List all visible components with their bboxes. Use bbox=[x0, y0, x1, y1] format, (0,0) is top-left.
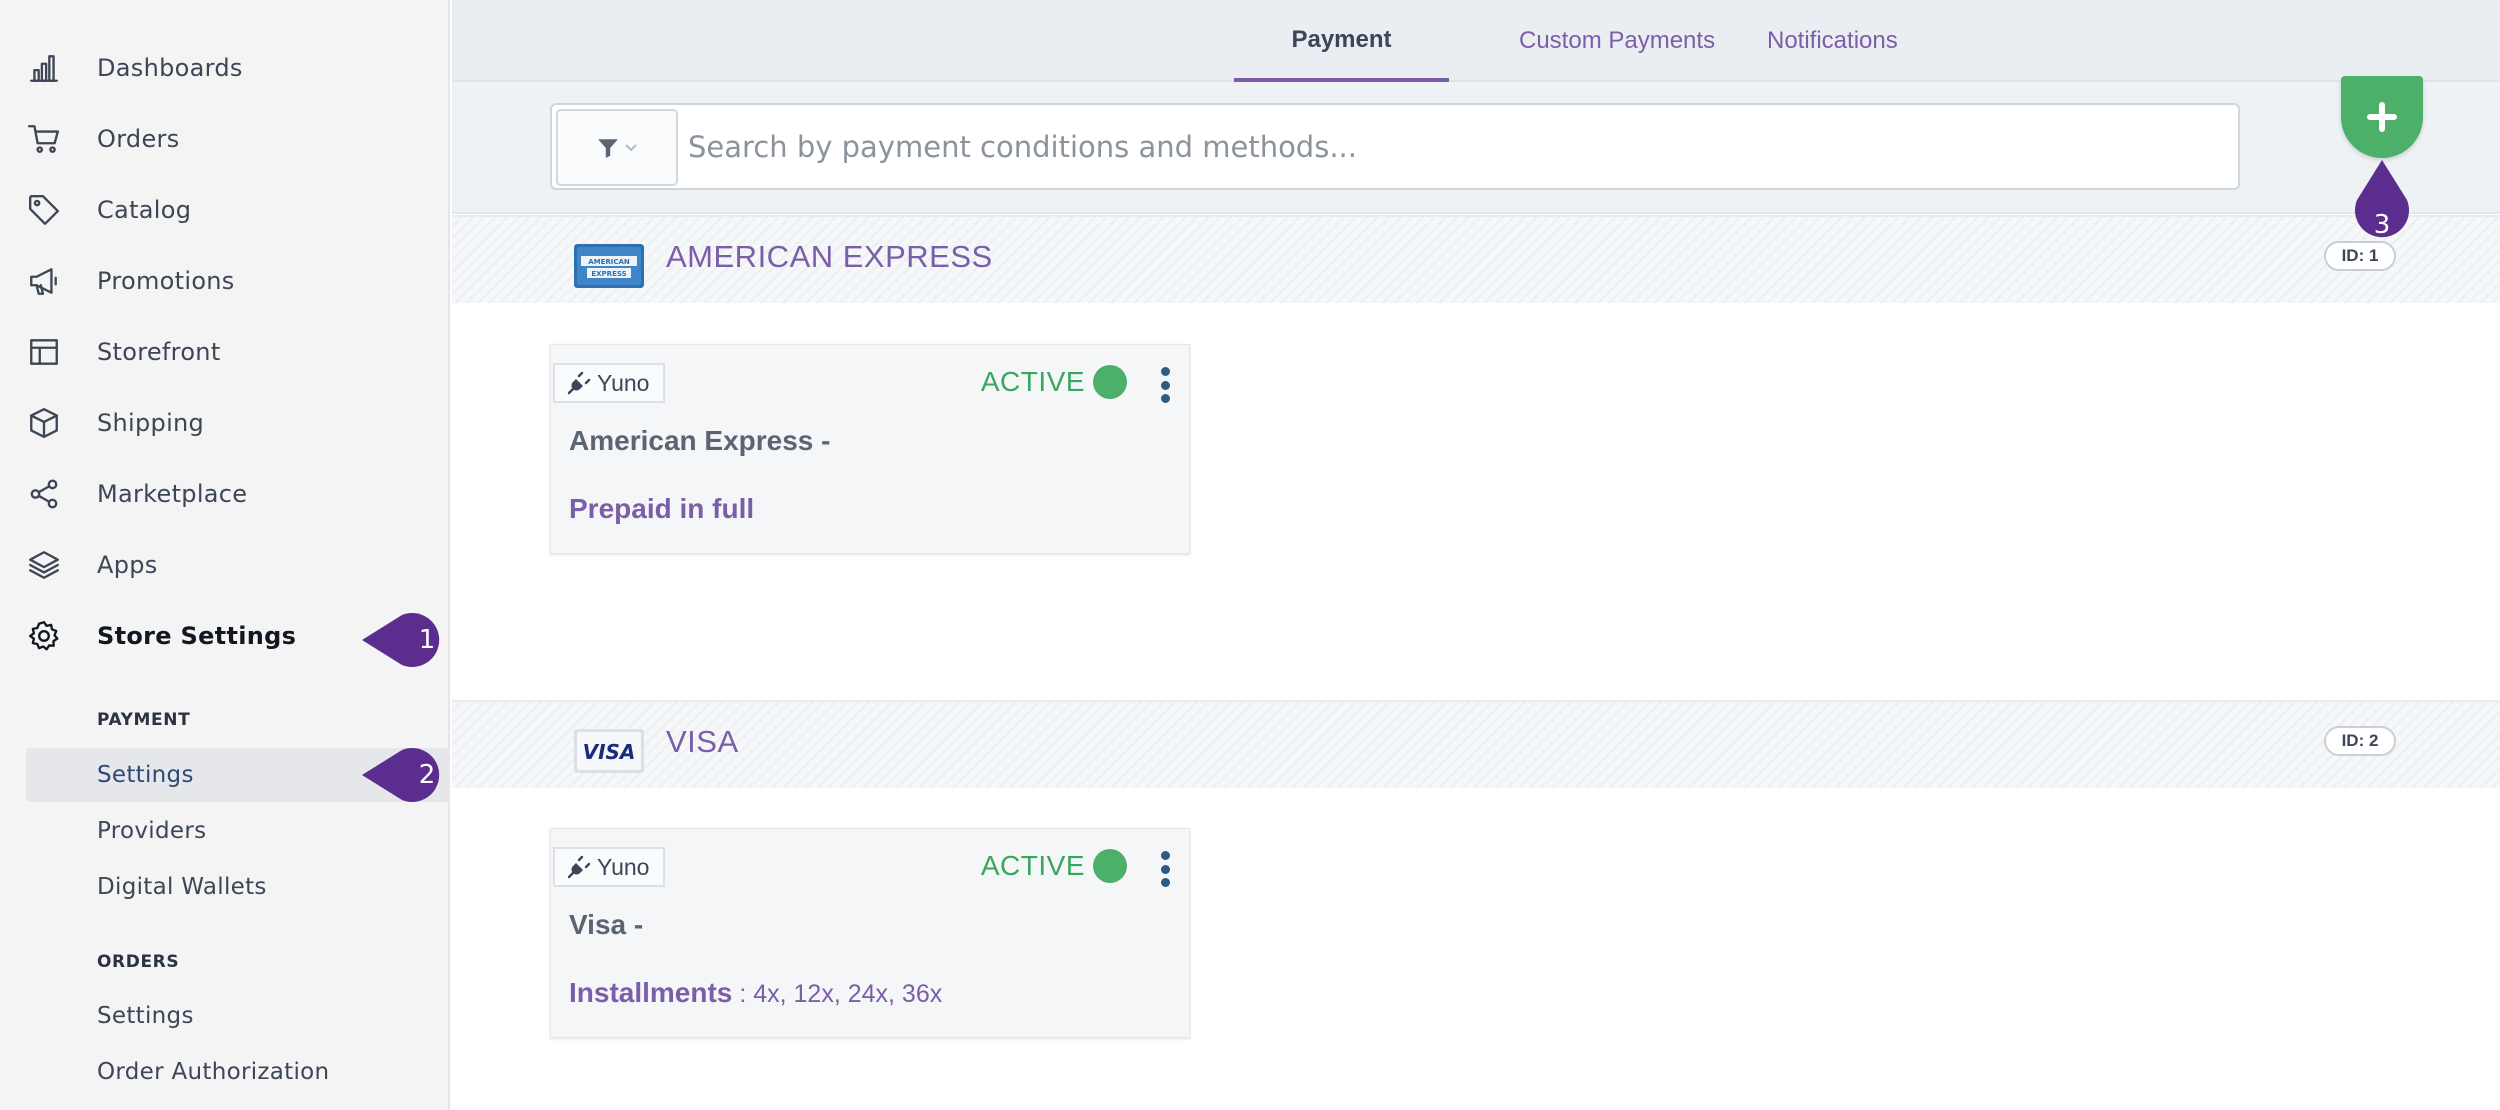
sidebar-subitem-order-authorization[interactable]: Order Authorization bbox=[26, 1045, 450, 1099]
tag-icon bbox=[25, 191, 63, 229]
sidebar-subitem-providers[interactable]: Providers bbox=[26, 804, 450, 858]
sidebar-subitem-orders-settings[interactable]: Settings bbox=[26, 989, 450, 1043]
tour-step-number: 3 bbox=[2373, 210, 2391, 240]
section-title-orders: ORDERS bbox=[97, 952, 180, 972]
tour-step-marker-2[interactable]: 2 bbox=[362, 748, 454, 802]
card-detail-extra: : 4x, 12x, 24x, 36x bbox=[732, 980, 943, 1008]
search-input[interactable] bbox=[688, 113, 2228, 181]
status-dot bbox=[1093, 849, 1127, 883]
box-icon bbox=[25, 404, 63, 442]
tab-payment-conditions[interactable]: Payment Conditions bbox=[1234, 0, 1449, 133]
sidebar-item-promotions[interactable]: Promotions bbox=[0, 251, 450, 311]
sidebar-item-catalog[interactable]: Catalog bbox=[0, 180, 450, 240]
filter-dropdown-button[interactable] bbox=[556, 109, 678, 186]
card-detail-main: Prepaid in full bbox=[569, 493, 755, 524]
sidebar-item-label: Orders bbox=[97, 125, 180, 153]
sidebar-item-label: Store Settings bbox=[97, 622, 297, 650]
sidebar-subitem-digital-wallets[interactable]: Digital Wallets bbox=[26, 860, 450, 914]
payment-method-name: AMERICAN EXPRESS bbox=[666, 239, 993, 274]
sidebar: Dashboards Orders Catalog Promotions Sto… bbox=[0, 0, 450, 1110]
payment-condition-card[interactable]: Yuno ACTIVE American Express - Prepaid i… bbox=[550, 344, 1190, 554]
tour-step-number: 1 bbox=[418, 625, 436, 655]
bar-chart-icon bbox=[25, 49, 63, 87]
layout-icon bbox=[25, 333, 63, 371]
amex-logo-text-bottom: EXPRESS bbox=[591, 270, 626, 278]
card-title: Visa - bbox=[569, 909, 644, 940]
cart-icon bbox=[25, 120, 63, 158]
sidebar-item-label: Storefront bbox=[97, 338, 221, 366]
more-options-icon[interactable] bbox=[1159, 851, 1171, 887]
sidebar-item-shipping[interactable]: Shipping bbox=[0, 393, 450, 453]
status-indicator: ACTIVE bbox=[981, 849, 1127, 883]
amex-logo-icon: AMERICAN EXPRESS bbox=[574, 244, 644, 288]
tabs-bar bbox=[452, 0, 2500, 82]
id-badge: ID: 2 bbox=[2324, 726, 2396, 756]
sidebar-item-label: Shipping bbox=[97, 409, 205, 437]
sidebar-item-label: Dashboards bbox=[97, 54, 243, 82]
provider-tag: Yuno bbox=[553, 847, 666, 887]
sidebar-subitem-label: Order Authorization bbox=[97, 1059, 330, 1085]
search-box bbox=[550, 103, 2240, 190]
sidebar-item-label: Marketplace bbox=[97, 480, 248, 508]
more-options-icon[interactable] bbox=[1159, 367, 1171, 403]
status-dot bbox=[1093, 365, 1127, 399]
sidebar-item-marketplace[interactable]: Marketplace bbox=[0, 464, 450, 524]
plug-icon bbox=[567, 371, 591, 395]
sidebar-subitem-label: Settings bbox=[97, 1003, 194, 1029]
section-title-payment: PAYMENT bbox=[97, 710, 191, 730]
status-indicator: ACTIVE bbox=[981, 365, 1127, 399]
sidebar-item-apps[interactable]: Apps bbox=[0, 535, 450, 595]
sidebar-item-label: Apps bbox=[97, 551, 158, 579]
sidebar-item-storefront[interactable]: Storefront bbox=[0, 322, 450, 382]
share-icon bbox=[25, 475, 63, 513]
card-detail-main: Installments bbox=[569, 977, 733, 1008]
provider-name: Yuno bbox=[597, 369, 650, 396]
visa-logo-icon: VISA bbox=[574, 729, 644, 773]
provider-name: Yuno bbox=[597, 853, 650, 880]
tour-step-number: 2 bbox=[418, 760, 436, 790]
card-title: American Express - bbox=[569, 425, 831, 456]
status-text: ACTIVE bbox=[980, 366, 1085, 397]
amex-logo-text-top: AMERICAN bbox=[588, 258, 630, 266]
sidebar-item-dashboards[interactable]: Dashboards bbox=[0, 38, 450, 98]
sidebar-subitem-label: Settings bbox=[97, 762, 194, 788]
card-detail: Installments : 4x, 12x, 24x, 36x bbox=[569, 977, 942, 1009]
sidebar-item-orders[interactable]: Orders bbox=[0, 109, 450, 169]
filter-icon bbox=[598, 138, 618, 158]
tour-step-marker-3[interactable]: 3 bbox=[2355, 160, 2409, 252]
visa-logo-text: VISA bbox=[583, 740, 636, 764]
tab-custom-payments[interactable]: Custom Payments bbox=[1519, 0, 1715, 82]
payment-condition-card[interactable]: Yuno ACTIVE Visa - Installments : 4x, 12… bbox=[550, 828, 1190, 1038]
tour-step-marker-1[interactable]: 1 bbox=[362, 613, 454, 667]
gear-icon bbox=[25, 617, 63, 655]
megaphone-icon bbox=[25, 262, 63, 300]
status-text: ACTIVE bbox=[980, 850, 1085, 881]
payment-group-header: AMERICAN EXPRESS AMERICAN EXPRESS ID: 1 bbox=[452, 215, 2500, 303]
sidebar-subitem-label: Digital Wallets bbox=[97, 874, 267, 900]
sidebar-item-label: Promotions bbox=[97, 267, 235, 295]
layers-icon bbox=[25, 546, 63, 584]
tab-notifications[interactable]: Notifications bbox=[1767, 0, 1898, 82]
card-detail: Prepaid in full bbox=[569, 493, 754, 525]
chevron-down-icon bbox=[625, 143, 637, 151]
plus-icon bbox=[2367, 102, 2397, 132]
payment-group-header: VISA VISA ID: 2 bbox=[452, 700, 2500, 788]
plug-icon bbox=[567, 855, 591, 879]
payment-method-name: VISA bbox=[666, 724, 739, 759]
add-payment-condition-button[interactable] bbox=[2341, 76, 2423, 158]
provider-tag: Yuno bbox=[553, 363, 666, 403]
sidebar-subitem-label: Providers bbox=[97, 818, 207, 844]
sidebar-item-label: Catalog bbox=[97, 196, 192, 224]
